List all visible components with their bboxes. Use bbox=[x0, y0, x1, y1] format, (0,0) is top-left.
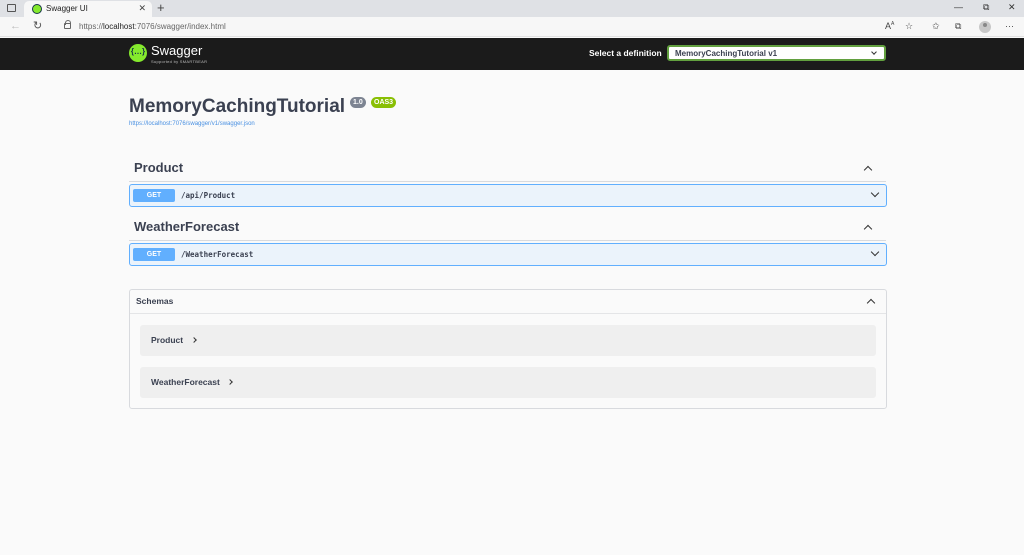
swagger-logo-icon[interactable]: {…} bbox=[129, 44, 147, 62]
tag-name: WeatherForecast bbox=[134, 219, 240, 234]
new-tab-button[interactable]: + bbox=[157, 1, 165, 15]
definition-label: Select a definition bbox=[589, 48, 662, 58]
refresh-icon[interactable]: ↻ bbox=[33, 20, 42, 33]
tag-weatherforecast-header[interactable]: WeatherForecast bbox=[129, 217, 886, 241]
method-badge: GET bbox=[133, 189, 175, 202]
browser-toolbar: ← ↻ https://localhost:7076/swagger/index… bbox=[0, 17, 1024, 37]
chevron-down-icon[interactable] bbox=[870, 188, 880, 198]
tab-title: Swagger UI bbox=[46, 4, 88, 13]
read-aloud-icon[interactable]: AA bbox=[885, 21, 894, 31]
method-badge: GET bbox=[133, 248, 175, 261]
minimize-icon[interactable]: — bbox=[954, 2, 963, 12]
model-product[interactable]: Product bbox=[140, 325, 876, 356]
schemas-section: Schemas Product WeatherForecast bbox=[129, 289, 887, 409]
schemas-header[interactable]: Schemas bbox=[130, 290, 886, 314]
operation-path: /WeatherForecast bbox=[181, 250, 254, 259]
api-title: MemoryCachingTutorial bbox=[129, 96, 346, 117]
favorites-icon[interactable]: ✩ bbox=[932, 21, 940, 32]
spec-url-link[interactable]: https://localhost:7076/swagger/v1/swagge… bbox=[129, 121, 255, 127]
definition-value: MemoryCachingTutorial v1 bbox=[675, 49, 778, 58]
chevron-down-icon bbox=[871, 49, 877, 55]
tab-actions-icon[interactable] bbox=[5, 2, 18, 14]
url-host: localhost bbox=[103, 22, 135, 31]
favorite-star-icon[interactable]: ☆ bbox=[905, 21, 913, 32]
back-icon[interactable]: ← bbox=[10, 20, 21, 33]
schemas-title: Schemas bbox=[136, 296, 174, 306]
model-name: WeatherForecast bbox=[151, 377, 220, 387]
address-bar[interactable]: https://localhost:7076/swagger/index.htm… bbox=[79, 22, 226, 31]
model-name: Product bbox=[151, 335, 184, 345]
chevron-up-icon[interactable] bbox=[863, 165, 873, 175]
chevron-up-icon[interactable] bbox=[866, 298, 876, 308]
chevron-down-icon[interactable] bbox=[870, 247, 880, 257]
chevron-right-icon bbox=[227, 379, 233, 385]
browser-tab-strip: Swagger UI ✕ + — ⧉ ✕ bbox=[0, 0, 1024, 17]
chevron-right-icon bbox=[191, 337, 197, 343]
version-badge: 1.0 bbox=[350, 97, 366, 108]
window-close-icon[interactable]: ✕ bbox=[1008, 2, 1016, 13]
tag-product-header[interactable]: Product bbox=[129, 158, 886, 182]
tab-close-icon[interactable]: ✕ bbox=[138, 3, 146, 14]
more-menu-icon[interactable]: ··· bbox=[1005, 21, 1014, 31]
operation-get-weatherforecast[interactable]: GET /WeatherForecast bbox=[129, 243, 887, 266]
swagger-logo-subtitle: Supported by SMARTBEAR bbox=[151, 59, 208, 64]
operation-get-product[interactable]: GET /api/Product bbox=[129, 184, 887, 207]
definition-select[interactable]: MemoryCachingTutorial v1 bbox=[667, 45, 886, 61]
logo-glyph: {…} bbox=[130, 47, 146, 56]
lock-icon[interactable] bbox=[64, 20, 71, 29]
url-prefix: https:// bbox=[79, 22, 104, 31]
model-weatherforecast[interactable]: WeatherForecast bbox=[140, 367, 876, 398]
url-rest: :7076/swagger/index.html bbox=[134, 22, 226, 31]
swagger-logo-text[interactable]: Swagger bbox=[151, 43, 202, 58]
restore-icon[interactable]: ⧉ bbox=[983, 2, 989, 13]
operation-path: /api/Product bbox=[181, 191, 236, 200]
swagger-favicon-icon bbox=[32, 4, 42, 14]
browser-tab[interactable]: Swagger UI ✕ bbox=[24, 1, 152, 17]
profile-avatar[interactable] bbox=[979, 21, 991, 33]
collections-icon[interactable]: ⧉ bbox=[955, 21, 961, 32]
chevron-up-icon[interactable] bbox=[863, 224, 873, 234]
tag-name: Product bbox=[134, 160, 184, 175]
oas-badge: OAS3 bbox=[371, 97, 397, 108]
